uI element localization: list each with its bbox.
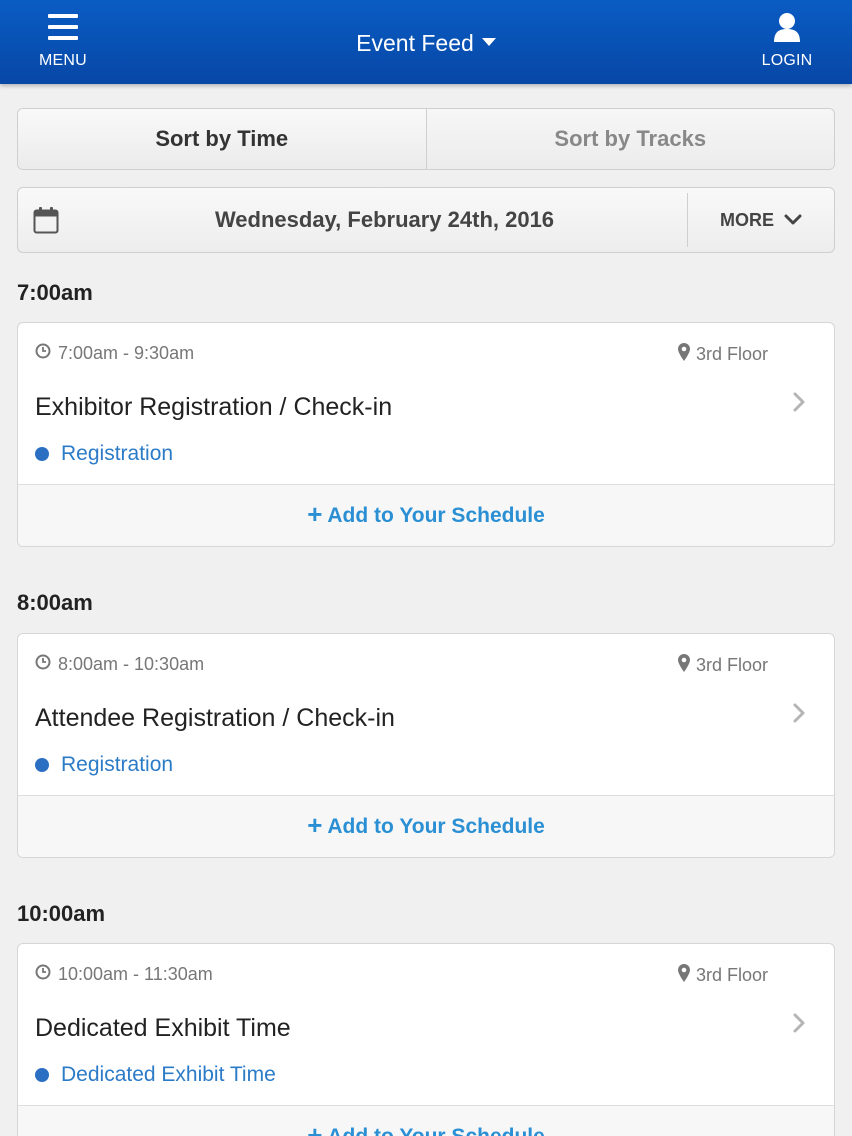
calendar-icon[interactable]: [18, 206, 74, 234]
session-track-text: Registration: [61, 442, 174, 465]
session-details-link[interactable]: 7:00am - 9:30am 3rd Floor Exhibitor Regi…: [18, 323, 834, 484]
session-time: 10:00am - 11:30am: [35, 964, 213, 985]
map-pin-icon: [677, 343, 690, 366]
session-details-link[interactable]: 10:00am - 11:30am 3rd Floor Dedicated Ex…: [18, 944, 834, 1105]
event-feed-dropdown[interactable]: Event Feed: [0, 30, 852, 57]
clock-icon: [35, 343, 51, 364]
session-time-text: 10:00am - 11:30am: [58, 964, 213, 984]
date-selector: Wednesday, February 24th, 2016 MORE: [17, 187, 835, 253]
session-location-text: 3rd Floor: [695, 655, 768, 675]
add-to-schedule-label: Add to Your Schedule: [327, 814, 545, 838]
plus-icon: +: [307, 810, 323, 840]
session-location-text: 3rd Floor: [695, 965, 768, 985]
chevron-right-icon: [792, 702, 806, 729]
session-title: Attendee Registration / Check-in: [35, 704, 395, 732]
session-card: 7:00am - 9:30am 3rd Floor Exhibitor Regi…: [17, 322, 835, 547]
login-button[interactable]: LOGIN: [732, 0, 842, 84]
clock-icon: [35, 654, 51, 675]
login-label: LOGIN: [761, 52, 813, 69]
add-to-schedule-button[interactable]: + Add to Your Schedule: [18, 484, 834, 546]
session-location-text: 3rd Floor: [695, 344, 768, 364]
session-time-text: 8:00am - 10:30am: [58, 654, 205, 674]
track-dot-icon: [35, 1068, 49, 1082]
sort-by-tracks-tab[interactable]: Sort by Tracks: [426, 109, 834, 169]
plus-icon: +: [307, 499, 323, 529]
session-details-link[interactable]: 8:00am - 10:30am 3rd Floor Attendee Regi…: [18, 634, 834, 795]
session-title: Dedicated Exhibit Time: [35, 1014, 291, 1042]
session-time: 8:00am - 10:30am: [35, 654, 204, 675]
time-heading: 10:00am: [17, 901, 106, 926]
app-header: MENU Event Feed LOGIN: [0, 0, 852, 84]
track-dot-icon: [35, 447, 49, 461]
more-button[interactable]: MORE: [687, 193, 834, 247]
session-track-text: Dedicated Exhibit Time: [61, 1063, 276, 1086]
sort-by-time-tab[interactable]: Sort by Time: [18, 109, 427, 169]
add-to-schedule-button[interactable]: + Add to Your Schedule: [18, 795, 834, 857]
add-to-schedule-button[interactable]: + Add to Your Schedule: [18, 1105, 834, 1136]
clock-icon: [35, 964, 51, 985]
session-title: Exhibitor Registration / Check-in: [35, 393, 393, 421]
session-track-text: Registration: [61, 753, 174, 776]
page-title: Event Feed: [356, 30, 474, 56]
sort-segmented-control: Sort by Time Sort by Tracks: [17, 108, 835, 170]
current-date[interactable]: Wednesday, February 24th, 2016: [74, 207, 687, 233]
session-track: Registration: [35, 442, 173, 466]
time-heading: 7:00am: [17, 280, 93, 305]
plus-icon: +: [307, 1120, 323, 1136]
session-time: 7:00am - 9:30am: [35, 343, 194, 364]
map-pin-icon: [677, 654, 690, 677]
add-to-schedule-label: Add to Your Schedule: [327, 503, 545, 527]
session-location: 3rd Floor: [677, 654, 768, 677]
track-dot-icon: [35, 758, 49, 772]
session-time-text: 7:00am - 9:30am: [58, 343, 195, 363]
session-location: 3rd Floor: [677, 964, 768, 987]
chevron-down-icon: [784, 210, 802, 231]
user-icon: [773, 12, 801, 42]
time-heading: 8:00am: [17, 590, 93, 615]
more-label: MORE: [720, 209, 774, 230]
session-location: 3rd Floor: [677, 343, 768, 366]
add-to-schedule-label: Add to Your Schedule: [327, 1124, 545, 1136]
chevron-right-icon: [792, 1012, 806, 1039]
chevron-right-icon: [792, 391, 806, 418]
caret-down-icon: [481, 37, 496, 46]
map-pin-icon: [677, 964, 690, 987]
session-card: 10:00am - 11:30am 3rd Floor Dedicated Ex…: [17, 943, 835, 1136]
session-card: 8:00am - 10:30am 3rd Floor Attendee Regi…: [17, 633, 835, 858]
session-track: Registration: [35, 753, 173, 777]
session-track: Dedicated Exhibit Time: [35, 1063, 276, 1087]
